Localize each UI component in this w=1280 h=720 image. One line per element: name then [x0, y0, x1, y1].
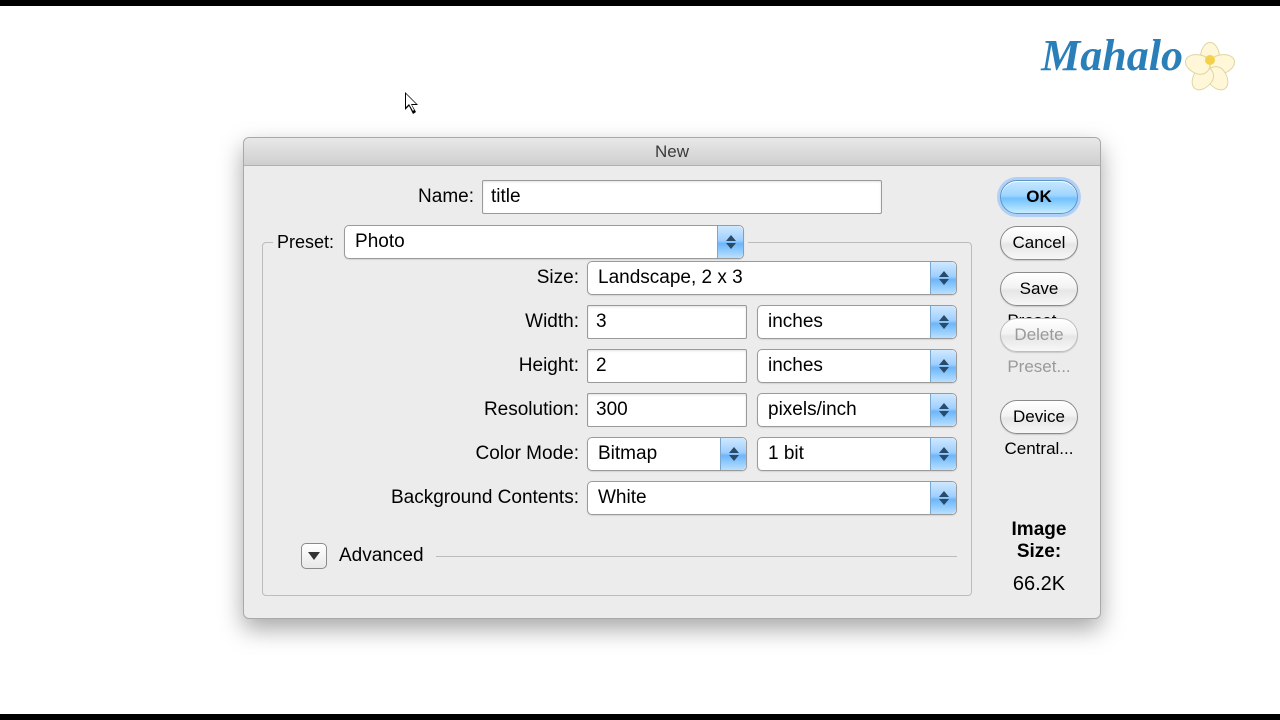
resolution-input[interactable]: 300 — [587, 393, 747, 427]
resolution-label: Resolution: — [337, 399, 587, 421]
chevron-updown-icon — [930, 394, 956, 426]
color-mode-select[interactable]: Bitmap — [587, 437, 747, 471]
height-input[interactable]: 2 — [587, 349, 747, 383]
letterbox-bottom — [0, 714, 1280, 720]
size-select[interactable]: Landscape, 2 x 3 — [587, 261, 957, 295]
delete-preset-button: Delete Preset... — [1000, 318, 1078, 352]
color-depth-select[interactable]: 1 bit — [757, 437, 957, 471]
dialog-titlebar[interactable]: New — [244, 138, 1100, 166]
background-select[interactable]: White — [587, 481, 957, 515]
dialog-form: Name: title Preset: Photo Size: — [262, 180, 972, 596]
divider — [436, 556, 957, 557]
preset-select[interactable]: Photo — [344, 225, 744, 259]
name-label: Name: — [262, 186, 482, 208]
mahalo-watermark: Mahalo — [1041, 30, 1230, 81]
image-size-value: 66.2K — [1000, 573, 1078, 596]
preset-label: Preset: — [277, 232, 334, 253]
height-label: Height: — [337, 355, 587, 377]
chevron-updown-icon — [930, 438, 956, 470]
background-label: Background Contents: — [337, 487, 587, 509]
triangle-down-icon — [308, 552, 320, 560]
width-input[interactable]: 3 — [587, 305, 747, 339]
flower-icon — [1190, 40, 1230, 80]
name-input[interactable]: title — [482, 180, 882, 214]
width-label: Width: — [337, 311, 587, 333]
height-unit-select[interactable]: inches — [757, 349, 957, 383]
settings-group: Preset: Photo Size: Landscape, 2 x 3 — [262, 242, 972, 596]
save-preset-button[interactable]: Save Preset... — [1000, 272, 1078, 306]
cancel-button[interactable]: Cancel — [1000, 226, 1078, 260]
ok-button[interactable]: OK — [1000, 180, 1078, 214]
advanced-label: Advanced — [339, 545, 424, 567]
advanced-disclosure-button[interactable] — [301, 543, 327, 569]
chevron-updown-icon — [930, 306, 956, 338]
chevron-updown-icon — [930, 262, 956, 294]
image-size-label: Image Size: — [1000, 519, 1078, 563]
width-unit-select[interactable]: inches — [757, 305, 957, 339]
dialog-button-column: OK Cancel Save Preset... Delete Preset..… — [1000, 180, 1078, 596]
letterbox-top — [0, 0, 1280, 6]
dialog-title: New — [655, 142, 689, 161]
new-document-dialog: New Name: title Preset: Photo — [243, 137, 1101, 619]
resolution-unit-select[interactable]: pixels/inch — [757, 393, 957, 427]
color-mode-label: Color Mode: — [337, 443, 587, 465]
watermark-text: Mahalo — [1041, 31, 1183, 80]
device-central-button[interactable]: Device Central... — [1000, 400, 1078, 434]
chevron-updown-icon — [717, 226, 743, 258]
chevron-updown-icon — [930, 482, 956, 514]
chevron-updown-icon — [720, 438, 746, 470]
size-label: Size: — [337, 267, 587, 289]
chevron-updown-icon — [930, 350, 956, 382]
